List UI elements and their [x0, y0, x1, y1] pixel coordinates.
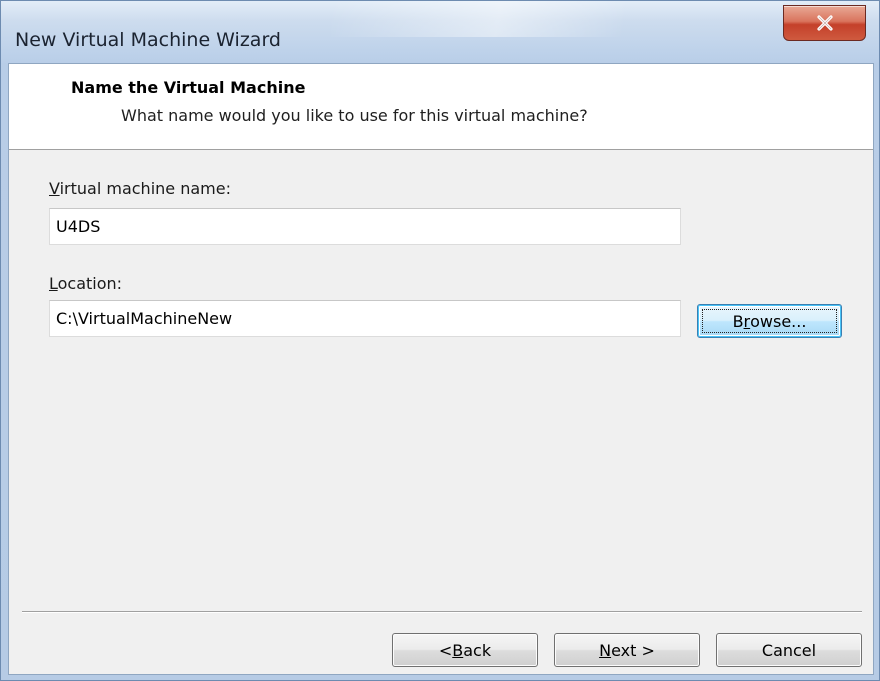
title-bar-glare: [331, 1, 751, 37]
vm-name-label: Virtual machine name:: [49, 179, 231, 198]
cancel-label: Cancel: [761, 640, 817, 660]
next-rest: ext >: [611, 640, 655, 660]
title-bar[interactable]: New Virtual Machine Wizard: [1, 1, 879, 63]
back-mnemonic: B: [452, 640, 464, 660]
browse-button[interactable]: Br owse...: [697, 304, 842, 338]
location-label-mnemonic: L: [49, 274, 58, 293]
back-pre: <: [438, 640, 453, 660]
vm-name-input[interactable]: [49, 208, 681, 245]
back-button[interactable]: < Back: [392, 633, 538, 667]
wizard-window: New Virtual Machine Wizard Name the Virt…: [0, 0, 880, 681]
location-input[interactable]: [49, 300, 681, 337]
vm-name-label-text: irtual machine name:: [59, 179, 231, 198]
next-mnemonic: N: [599, 640, 612, 660]
close-icon: [816, 15, 833, 31]
wizard-header: Name the Virtual Machine What name would…: [9, 64, 873, 150]
close-button[interactable]: [783, 5, 866, 41]
focus-ring: [702, 309, 837, 333]
back-rest: ack: [463, 640, 492, 660]
window-title: New Virtual Machine Wizard: [15, 29, 281, 51]
page-title: Name the Virtual Machine: [71, 78, 306, 97]
page-subtitle: What name would you like to use for this…: [121, 106, 588, 125]
cancel-button[interactable]: Cancel: [716, 633, 862, 667]
vm-name-label-mnemonic: V: [49, 179, 60, 198]
footer-separator: [22, 611, 862, 613]
location-label-text: ocation:: [57, 274, 123, 293]
location-label: Location:: [49, 274, 122, 293]
wizard-body: Name the Virtual Machine What name would…: [8, 63, 874, 675]
next-button[interactable]: Next >: [554, 633, 700, 667]
